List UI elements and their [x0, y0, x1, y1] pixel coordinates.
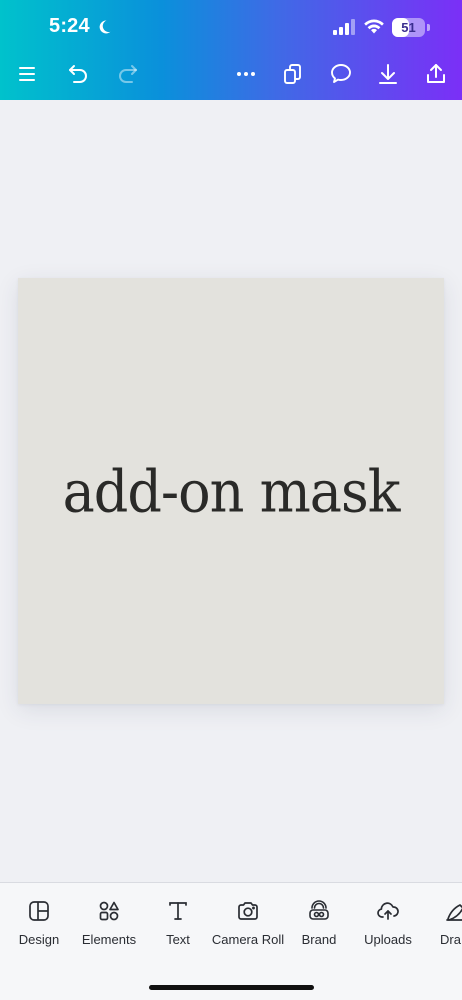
share-button[interactable]	[420, 58, 452, 90]
download-icon	[379, 64, 397, 84]
brand-icon	[309, 900, 329, 920]
redo-icon	[119, 65, 137, 83]
nav-label: Camera Roll	[211, 932, 285, 947]
more-icon	[237, 72, 255, 76]
bottom-nav: Design Elements Text Camera Roll Brand U…	[0, 882, 462, 1000]
cellular-signal-icon	[333, 19, 355, 35]
battery-icon: 51	[392, 18, 425, 37]
design-icon	[29, 901, 49, 921]
nav-item-text[interactable]: Text	[158, 899, 198, 955]
nav-label: Text	[166, 932, 190, 947]
editor-toolbar	[0, 56, 462, 92]
design-page[interactable]: add-on mask	[18, 278, 444, 704]
wifi-icon	[364, 19, 384, 34]
design-text[interactable]: add-on mask	[63, 457, 401, 525]
uploads-icon	[377, 902, 399, 920]
nav-item-elements[interactable]: Elements	[78, 899, 140, 955]
header-bar: 5:24 51	[0, 0, 462, 100]
comment-icon	[331, 64, 351, 83]
more-button[interactable]	[230, 58, 262, 90]
battery-level: 51	[401, 20, 416, 35]
undo-icon	[69, 65, 87, 83]
nav-label: Dra	[440, 932, 461, 947]
pages-button[interactable]	[277, 58, 309, 90]
nav-item-draw[interactable]: Dra	[440, 899, 462, 955]
redo-button[interactable]	[112, 58, 144, 90]
comment-button[interactable]	[325, 58, 357, 90]
text-icon	[169, 902, 187, 920]
download-button[interactable]	[372, 58, 404, 90]
moon-icon	[99, 20, 111, 34]
status-bar: 5:24 51	[0, 0, 462, 56]
nav-item-design[interactable]: Design	[12, 899, 66, 955]
home-indicator	[149, 985, 314, 990]
undo-button[interactable]	[62, 58, 94, 90]
nav-label: Brand	[301, 932, 337, 947]
elements-icon	[99, 901, 119, 921]
nav-label: Uploads	[364, 932, 412, 947]
draw-icon	[446, 904, 462, 921]
nav-item-brand[interactable]: Brand	[297, 899, 341, 955]
menu-button[interactable]	[11, 58, 43, 90]
menu-icon	[19, 67, 35, 81]
nav-item-camera-roll[interactable]: Camera Roll	[210, 899, 286, 955]
design-workspace: add-on mask	[0, 100, 462, 882]
camera-icon	[238, 902, 258, 920]
nav-label: Elements	[81, 932, 137, 947]
nav-item-uploads[interactable]: Uploads	[360, 899, 416, 955]
share-icon	[427, 64, 445, 83]
nav-label: Design	[18, 932, 60, 947]
status-time: 5:24	[49, 15, 90, 37]
pages-icon	[284, 64, 301, 84]
